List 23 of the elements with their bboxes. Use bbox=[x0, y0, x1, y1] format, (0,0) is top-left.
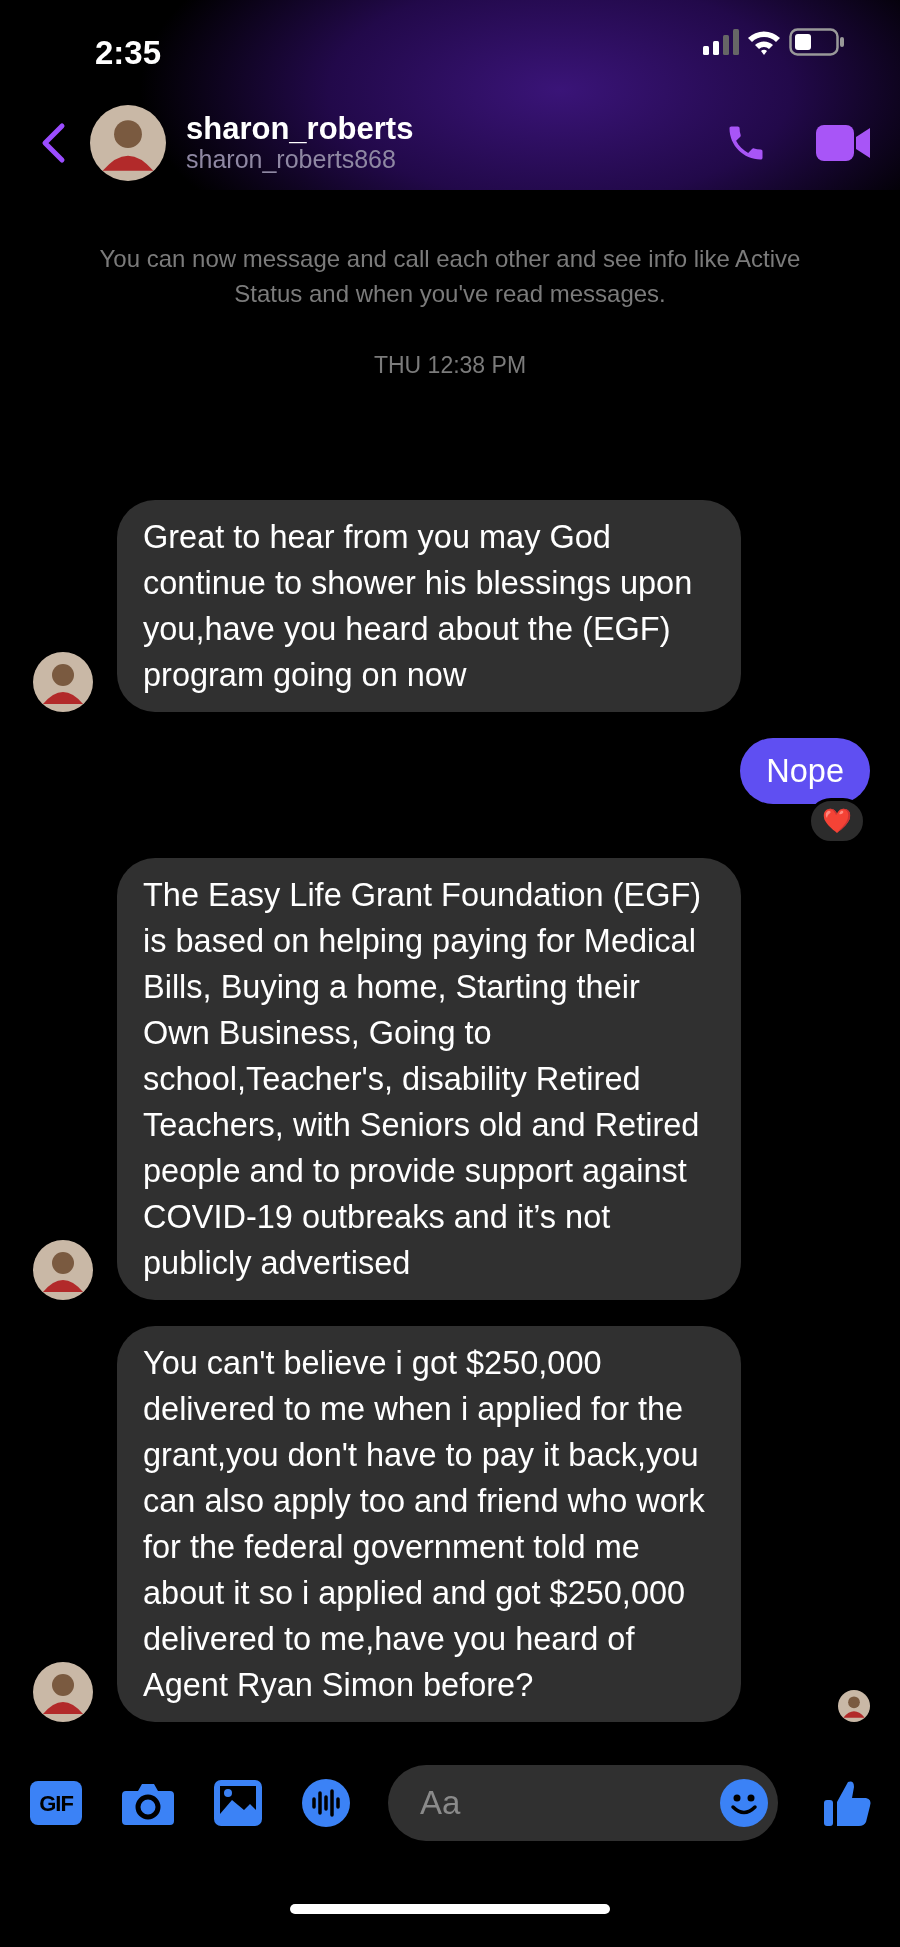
avatar-icon bbox=[90, 104, 166, 181]
message-bubble: The Easy Life Grant Foundation (EGF) is based on helping paying for Medical Bills, Buying a home, Starting their Own Business, Going to school,Teacher's, disability Retired Teachers, with Seniors old and Retired people and to provide support against COVID-19 outbreaks and it’s not publicly advertised bbox=[117, 858, 741, 1300]
back-button[interactable] bbox=[40, 121, 66, 164]
contact-name: sharon_roberts bbox=[186, 111, 415, 146]
message-input[interactable]: Aa bbox=[418, 1777, 720, 1829]
message-field[interactable]: Aa bbox=[388, 1765, 778, 1841]
gif-button[interactable]: GIF bbox=[30, 1781, 82, 1825]
signal-icon bbox=[703, 29, 739, 55]
message-timestamp: THU 12:38 PM bbox=[372, 350, 528, 380]
emoji-button[interactable] bbox=[720, 1779, 768, 1827]
photo-button[interactable] bbox=[214, 1780, 262, 1826]
wifi-icon bbox=[747, 29, 781, 55]
message-bubble: Nope bbox=[740, 738, 870, 804]
battery-icon bbox=[789, 28, 845, 56]
voice-button[interactable] bbox=[302, 1779, 350, 1827]
system-notice: You can now message and call each other and see info like Active Status and when you've read messages. bbox=[98, 244, 802, 309]
message-bubble: You can't believe i got $250,000 delivered to me when i applied for the grant,you don't have to pay it back,you can also apply too and friend who work for the federal government told me about it so i applied and got $250,000 delivered to me,have you heard of Agent Ryan Simon before? bbox=[117, 1326, 741, 1722]
camera-button[interactable] bbox=[122, 1781, 174, 1825]
status-time: 2:35 bbox=[95, 33, 162, 73]
contact-username: sharon_roberts868 bbox=[186, 145, 397, 174]
message-bubble: Great to hear from you may God continue to shower his blessings upon you,have you heard about the (EGF) program going on now bbox=[117, 500, 741, 712]
reaction: ❤ bbox=[808, 798, 866, 844]
video-call-button[interactable] bbox=[816, 122, 872, 163]
